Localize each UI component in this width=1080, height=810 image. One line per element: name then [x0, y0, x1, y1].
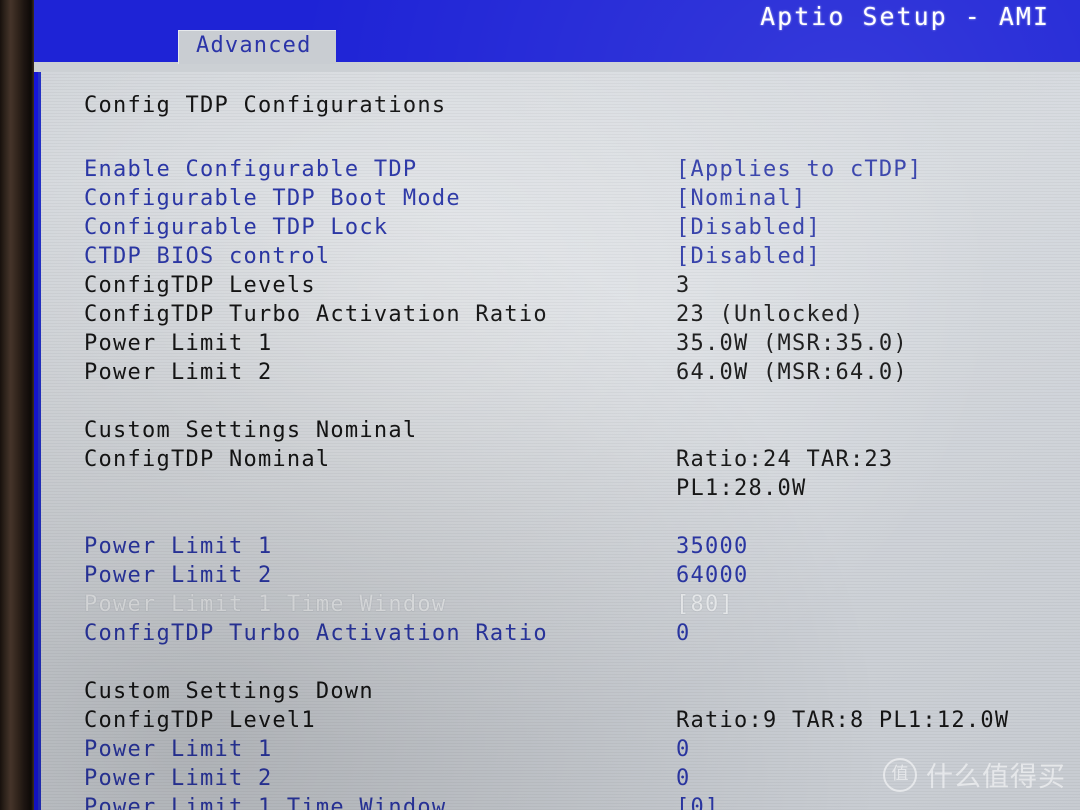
settings-row[interactable]: Power Limit 1 Time Window [0]: [41, 795, 1080, 810]
setting-value[interactable]: [Applies to cTDP]: [676, 157, 922, 182]
settings-row: Power Limit 2 64.0W (MSR:64.0): [41, 360, 1080, 389]
bios-setup-screen: Aptio Setup - AMI Advanced Config TDP Co…: [0, 0, 1080, 810]
settings-row[interactable]: Power Limit 1 35000: [41, 534, 1080, 563]
setting-label[interactable]: Configurable TDP Lock: [84, 215, 388, 240]
setting-label[interactable]: Power Limit 1: [84, 737, 272, 762]
setting-label: Power Limit 1: [84, 331, 273, 356]
settings-row: Power Limit 1 35.0W (MSR:35.0): [41, 331, 1080, 360]
settings-row[interactable]: Configurable TDP Boot Mode [Nominal]: [41, 186, 1080, 215]
tab-advanced[interactable]: Advanced: [178, 30, 336, 64]
setting-value: [80]: [676, 592, 734, 617]
settings-row[interactable]: Power Limit 2 0: [41, 766, 1080, 795]
setting-value[interactable]: [Disabled]: [676, 215, 821, 240]
setting-value: Ratio:9 TAR:8 PL1:12.0W: [676, 708, 1010, 733]
setting-label[interactable]: Power Limit 2: [84, 766, 272, 791]
setting-value: 35.0W (MSR:35.0): [676, 331, 908, 356]
setting-label[interactable]: Power Limit 1 Time Window: [84, 795, 446, 810]
setting-value: PL1:28.0W: [676, 476, 807, 501]
setting-label[interactable]: ConfigTDP Turbo Activation Ratio: [84, 621, 548, 646]
setting-label[interactable]: Configurable TDP Boot Mode: [84, 186, 461, 211]
setting-label: ConfigTDP Turbo Activation Ratio: [84, 302, 548, 327]
settings-row[interactable]: CTDP BIOS control [Disabled]: [41, 244, 1080, 273]
content-panel: Config TDP Configurations Enable Configu…: [38, 66, 1080, 810]
setting-value: 3: [676, 273, 691, 298]
settings-row: Power Limit 1 Time Window [80]: [41, 592, 1080, 621]
tab-advanced-label: Advanced: [196, 33, 312, 58]
settings-row: ConfigTDP Level1 Ratio:9 TAR:8 PL1:12.0W: [41, 708, 1080, 737]
settings-row: ConfigTDP Nominal Ratio:24 TAR:23: [41, 447, 1080, 476]
setting-value[interactable]: [0]: [676, 795, 720, 810]
settings-row: ConfigTDP Turbo Activation Ratio 23 (Unlo…: [41, 302, 1080, 331]
setting-label: ConfigTDP Nominal: [84, 447, 331, 472]
setting-value: 64.0W (MSR:64.0): [676, 360, 908, 385]
setting-label[interactable]: CTDP BIOS control: [84, 244, 330, 269]
settings-row[interactable]: Configurable TDP Lock [Disabled]: [41, 215, 1080, 244]
monitor-bezel-edge: [31, 0, 34, 810]
setting-label[interactable]: Enable Configurable TDP: [84, 157, 417, 182]
settings-row[interactable]: Power Limit 2 64000: [41, 563, 1080, 592]
setting-value[interactable]: 0: [676, 737, 691, 762]
setting-label: ConfigTDP Level1: [84, 708, 316, 733]
section-title-custom-settings-down: Custom Settings Down: [84, 679, 374, 704]
setting-value: 23 (Unlocked): [676, 302, 865, 327]
setting-label[interactable]: Power Limit 2: [84, 563, 272, 588]
setting-label: Power Limit 2: [84, 360, 273, 385]
setting-value[interactable]: 0: [676, 621, 691, 646]
setting-value[interactable]: [Disabled]: [676, 244, 821, 269]
setting-label: Power Limit 1 Time Window: [84, 592, 447, 617]
settings-row[interactable]: ConfigTDP Turbo Activation Ratio 0: [41, 621, 1080, 650]
setting-value[interactable]: [Nominal]: [676, 186, 806, 211]
setting-value: Ratio:24 TAR:23: [676, 447, 894, 472]
section-title-custom-settings-nominal: Custom Settings Nominal: [84, 418, 418, 443]
setting-label: ConfigTDP Levels: [84, 273, 316, 298]
setting-value[interactable]: 35000: [676, 534, 748, 559]
settings-row: ConfigTDP Levels 3: [41, 273, 1080, 302]
setting-value[interactable]: 64000: [676, 563, 748, 588]
setting-value[interactable]: 0: [676, 766, 691, 791]
monitor-bezel: [0, 0, 31, 810]
settings-row[interactable]: Power Limit 1 0: [41, 737, 1080, 766]
page-title: Aptio Setup - AMI: [760, 2, 1050, 31]
settings-row[interactable]: Enable Configurable TDP [Applies to cTDP]: [41, 157, 1080, 186]
settings-row: PL1:28.0W: [41, 476, 1080, 505]
page-heading: Config TDP Configurations: [84, 93, 447, 118]
setting-label[interactable]: Power Limit 1: [84, 534, 272, 559]
